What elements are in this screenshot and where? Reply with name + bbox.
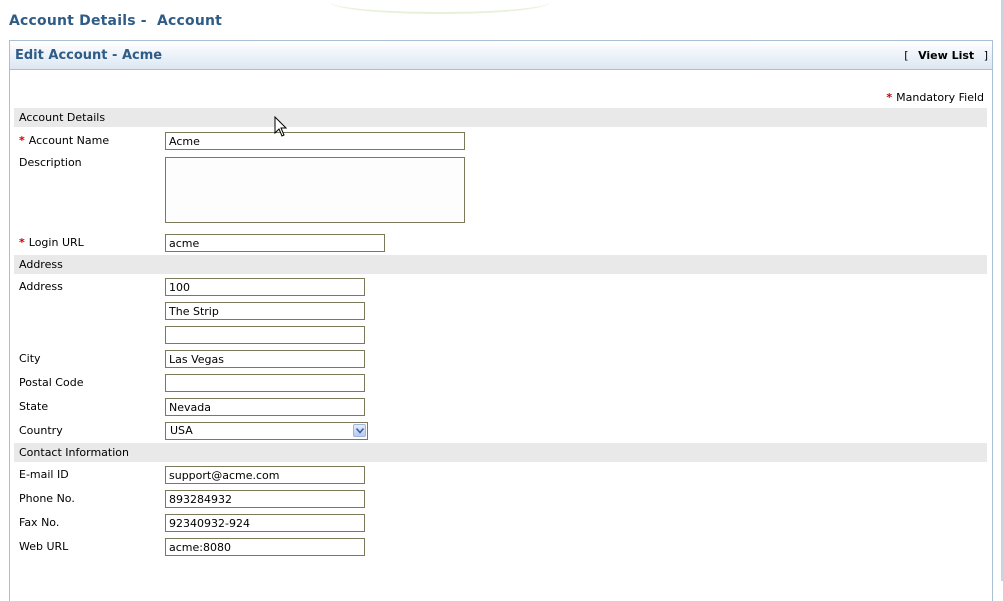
description-textarea[interactable] [165,157,465,223]
section-title: Contact Information [19,446,129,459]
address-label: Address [19,280,63,293]
account-name-label: * Account Name [19,134,109,147]
edit-account-panel: Edit Account - Acme [ View List ] * Manda… [9,40,993,601]
address-line3-input[interactable] [165,326,365,344]
login-url-input[interactable] [165,234,385,252]
address-line2-input[interactable] [165,302,365,320]
login-url-label-text: Login URL [28,236,84,249]
account-name-label-text: Account Name [28,134,110,147]
email-input[interactable] [165,466,365,484]
fax-label: Fax No. [19,516,60,529]
section-title: Address [19,258,63,271]
city-input[interactable] [165,350,365,368]
account-name-input[interactable] [165,132,465,150]
bracket-close: ] [983,49,988,62]
email-label: E-mail ID [19,468,69,481]
required-star: * [19,236,25,249]
section-account-details: Account Details [14,108,987,127]
description-label: Description [19,156,82,169]
city-label: City [19,352,41,365]
country-select[interactable]: USA [165,422,368,440]
mandatory-field-note: * Mandatory Field [886,91,984,104]
state-label: State [19,400,49,413]
postal-code-input[interactable] [165,374,365,392]
login-url-label: * Login URL [19,236,84,249]
mouse-cursor-icon [274,116,288,137]
phone-label: Phone No. [19,492,75,505]
phone-input[interactable] [165,490,365,508]
view-list-link[interactable]: View List [912,49,980,62]
section-address: Address [14,255,987,274]
postal-code-label: Postal Code [19,376,84,389]
web-url-label: Web URL [19,540,69,553]
fax-input[interactable] [165,514,365,532]
panel-header: Edit Account - Acme [ View List ] [10,41,992,70]
country-label: Country [19,424,63,437]
section-contact-information: Contact Information [14,443,987,462]
state-input[interactable] [165,398,365,416]
country-selected-value: USA [170,424,193,437]
header-swoosh-decoration [330,0,550,14]
required-star: * [886,91,893,104]
chevron-down-icon[interactable] [353,424,366,437]
address-line1-input[interactable] [165,278,365,296]
mandatory-field-label: Mandatory Field [896,91,984,104]
bracket-open: [ [904,49,909,62]
web-url-input[interactable] [165,538,365,556]
page-title: Account Details - Account [9,13,223,29]
view-list-control: [ View List ] [904,49,988,62]
panel-title: Edit Account - Acme [15,48,163,63]
required-star: * [19,134,25,147]
section-title: Account Details [19,111,106,124]
